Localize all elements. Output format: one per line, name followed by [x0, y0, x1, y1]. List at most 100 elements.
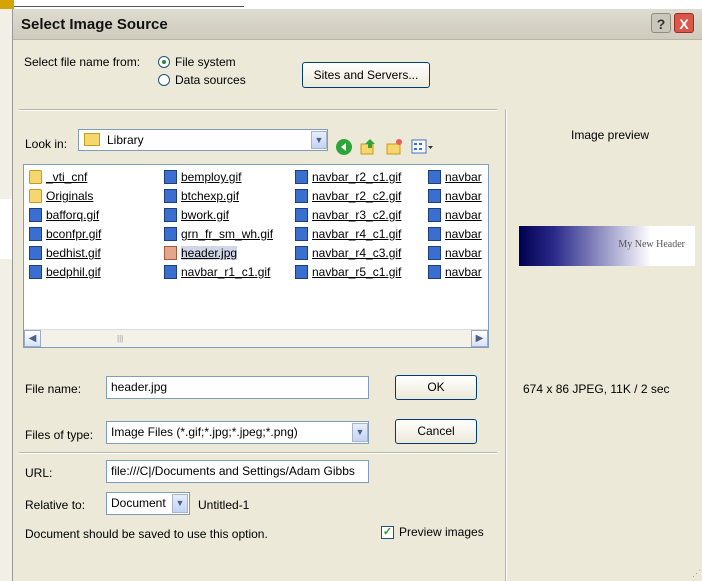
list-item[interactable]: navbar — [428, 263, 482, 282]
list-item[interactable]: navbar_r3_c2.gif — [295, 206, 401, 225]
horizontal-scrollbar[interactable]: ◀ ||| ▶ — [24, 329, 488, 347]
gif-file-icon — [164, 189, 177, 203]
folder-icon — [84, 133, 100, 146]
gif-file-icon — [428, 189, 441, 203]
background-line — [14, 6, 244, 7]
background-edge — [0, 9, 13, 581]
folder-icon — [29, 189, 42, 203]
vertical-divider — [505, 109, 507, 581]
gif-file-icon — [295, 208, 308, 222]
radio-data-sources[interactable] — [158, 74, 170, 86]
gif-file-icon — [164, 265, 177, 279]
help-button[interactable]: ? — [651, 13, 671, 33]
preview-image-text: My New Header — [618, 239, 685, 250]
list-item[interactable]: navbar — [428, 206, 482, 225]
gif-file-icon — [295, 227, 308, 241]
gif-file-icon — [428, 208, 441, 222]
list-item[interactable]: bafforq.gif — [29, 206, 101, 225]
resize-grip-icon[interactable]: ⋰ — [692, 568, 701, 579]
up-folder-icon[interactable] — [359, 138, 377, 156]
list-item[interactable]: navbar_r4_c3.gif — [295, 244, 401, 263]
gif-file-icon — [29, 227, 42, 241]
gif-file-icon — [428, 227, 441, 241]
list-item[interactable]: bconfpr.gif — [29, 225, 101, 244]
list-item-selected[interactable]: header.jpg — [164, 244, 273, 263]
save-note: Document should be saved to use this opt… — [25, 527, 268, 541]
list-item[interactable]: navbar — [428, 168, 482, 187]
files-of-type-value: Image Files (*.gif;*.jpg;*.jpeg;*.png) — [111, 425, 298, 439]
preview-images-label[interactable]: Preview images — [399, 525, 484, 539]
relative-to-value: Document — [111, 496, 166, 510]
radio-file-system-label[interactable]: File system — [175, 55, 236, 69]
relative-to-label: Relative to: — [25, 498, 86, 512]
jpg-file-icon — [164, 246, 177, 260]
gif-file-icon — [29, 265, 42, 279]
file-column: navbar navbar navbar navbar navbar navba… — [428, 168, 482, 282]
look-in-label: Look in: — [25, 137, 68, 151]
cancel-button[interactable]: Cancel — [395, 419, 477, 444]
file-name-input[interactable]: header.jpg — [106, 376, 369, 399]
background-accent — [0, 0, 14, 9]
gif-file-icon — [295, 189, 308, 203]
gif-file-icon — [164, 208, 177, 222]
close-button[interactable]: X — [674, 13, 694, 33]
list-item[interactable]: Originals — [29, 187, 101, 206]
document-name: Untitled-1 — [198, 498, 250, 512]
list-item[interactable]: navbar_r4_c1.gif — [295, 225, 401, 244]
dialog-title: Select Image Source — [21, 16, 168, 33]
look-in-dropdown[interactable]: Library — [78, 129, 328, 151]
select-image-source-dialog: Select Image Source ? X Select file name… — [12, 9, 702, 581]
list-item[interactable]: navbar_r5_c1.gif — [295, 263, 401, 282]
gif-file-icon — [29, 246, 42, 260]
list-item[interactable]: bedhist.gif — [29, 244, 101, 263]
ok-button[interactable]: OK — [395, 375, 477, 400]
scroll-left-icon[interactable]: ◀ — [24, 330, 41, 347]
list-item[interactable]: navbar — [428, 187, 482, 206]
chevron-down-icon[interactable]: ▼ — [352, 423, 368, 442]
scroll-right-icon[interactable]: ▶ — [471, 330, 488, 347]
list-item[interactable]: btchexp.gif — [164, 187, 273, 206]
folder-icon — [29, 170, 42, 184]
divider — [19, 452, 497, 454]
scroll-grip-icon[interactable]: ||| — [117, 334, 123, 343]
files-of-type-label: Files of type: — [25, 428, 94, 442]
list-item[interactable]: bedphil.gif — [29, 263, 101, 282]
chevron-down-icon[interactable]: ▼ — [172, 494, 188, 513]
radio-data-sources-label[interactable]: Data sources — [175, 73, 246, 87]
gif-file-icon — [164, 227, 177, 241]
view-menu-icon[interactable] — [411, 138, 435, 156]
chevron-down-icon[interactable]: ▼ — [311, 131, 327, 149]
url-label: URL: — [25, 466, 53, 480]
list-item[interactable]: bwork.gif — [164, 206, 273, 225]
look-in-value: Library — [107, 133, 144, 147]
background-strip — [0, 0, 702, 9]
list-item[interactable]: grn_fr_sm_wh.gif — [164, 225, 273, 244]
sites-and-servers-button[interactable]: Sites and Servers... — [302, 62, 430, 88]
list-item[interactable]: navbar_r2_c2.gif — [295, 187, 401, 206]
back-icon[interactable] — [335, 138, 353, 156]
gif-file-icon — [428, 265, 441, 279]
file-column: _vti_cnf Originals bafforq.gif bconfpr.g… — [29, 168, 101, 282]
list-item[interactable]: navbar — [428, 244, 482, 263]
radio-file-system[interactable] — [158, 56, 170, 68]
file-list[interactable]: _vti_cnf Originals bafforq.gif bconfpr.g… — [23, 164, 489, 348]
header-preview-image: My New Header — [519, 226, 695, 266]
list-item[interactable]: navbar — [428, 225, 482, 244]
files-of-type-dropdown[interactable]: Image Files (*.gif;*.jpg;*.jpeg;*.png) — [106, 421, 369, 444]
list-item[interactable]: _vti_cnf — [29, 168, 101, 187]
new-folder-icon[interactable] — [385, 138, 403, 156]
file-column: bemploy.gif btchexp.gif bwork.gif grn_fr… — [164, 168, 273, 282]
gif-file-icon — [295, 265, 308, 279]
preview-images-checkbox[interactable]: ✓ — [381, 526, 394, 539]
file-column: navbar_r2_c1.gif navbar_r2_c2.gif navbar… — [295, 168, 401, 282]
list-item[interactable]: navbar_r1_c1.gif — [164, 263, 273, 282]
list-item[interactable]: bemploy.gif — [164, 168, 273, 187]
divider — [19, 109, 497, 111]
gif-file-icon — [295, 246, 308, 260]
gif-file-icon — [295, 170, 308, 184]
list-item[interactable]: navbar_r2_c1.gif — [295, 168, 401, 187]
title-bar[interactable]: Select Image Source ? X — [13, 9, 702, 40]
url-input[interactable]: file:///C|/Documents and Settings/Adam G… — [106, 460, 369, 483]
file-name-label: File name: — [25, 382, 82, 396]
gif-file-icon — [164, 170, 177, 184]
